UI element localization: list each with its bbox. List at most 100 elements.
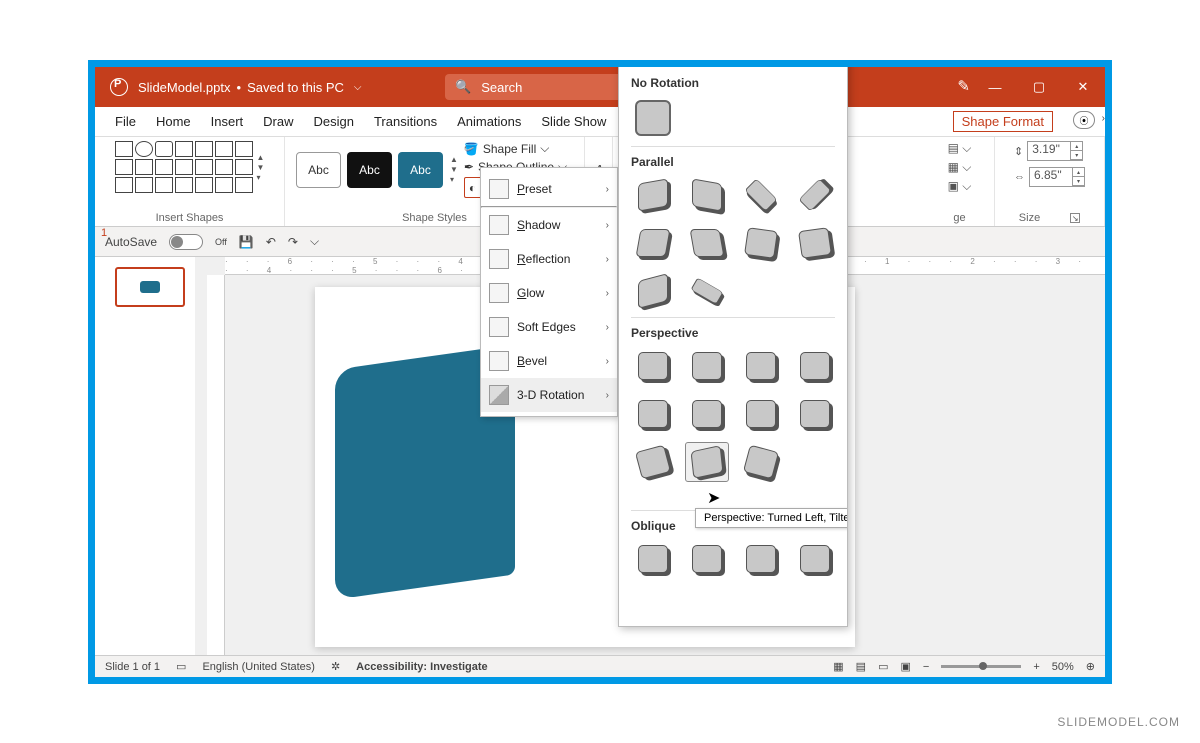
tab-insert[interactable]: Insert <box>201 114 254 129</box>
close-button[interactable]: ✕ <box>1061 67 1105 107</box>
group-insert-shapes: ▲▼▾ Insert Shapes <box>95 137 285 226</box>
rotation-parallel-2[interactable] <box>685 175 729 215</box>
rotation-parallel-10[interactable] <box>685 271 729 311</box>
tab-home[interactable]: Home <box>146 114 201 129</box>
shape-fill-button[interactable]: 🪣Shape Fill⌵ <box>464 141 573 156</box>
height-input[interactable]: 3.19"▴▾ <box>1027 141 1083 161</box>
rotation-perspective-9[interactable] <box>631 442 675 482</box>
rotation-parallel-7[interactable] <box>739 223 783 263</box>
rotation-perspective-1[interactable] <box>631 346 675 386</box>
rotation-perspective-turned-left-tilted-up[interactable] <box>685 442 729 482</box>
status-bar: Slide 1 of 1 ▭ English (United States) ✲… <box>95 655 1105 677</box>
search-icon: 🔍 <box>455 79 471 95</box>
group-label: Insert Shapes <box>156 212 224 224</box>
bring-forward-icon[interactable]: ▤ ⌵ <box>948 141 972 156</box>
save-icon[interactable]: 💾 <box>239 235 254 249</box>
language-button[interactable]: English (United States) <box>202 661 315 673</box>
save-status-text: Saved to this PC <box>247 80 344 95</box>
shapes-gallery[interactable] <box>115 141 253 193</box>
slideshow-view-icon[interactable]: ▣ <box>900 660 910 673</box>
redo-icon[interactable]: ↷ <box>288 235 298 249</box>
autosave-toggle[interactable] <box>169 234 203 250</box>
minimize-button[interactable]: — <box>973 67 1017 107</box>
app-window: SlideModel.pptx • Saved to this PC ⌵ 🔍 S… <box>88 60 1112 684</box>
tab-animations[interactable]: Animations <box>447 114 531 129</box>
height-icon: ⇕ <box>1014 145 1023 158</box>
rotation-perspective-7[interactable] <box>739 394 783 434</box>
shape-effects-menu: Preset› Shadow› Reflection› Glow› Soft E… <box>480 167 618 417</box>
style-swatches[interactable]: Abc Abc Abc <box>293 152 446 188</box>
style-swatch-3[interactable]: Abc <box>398 152 443 188</box>
rotation-perspective-4[interactable] <box>793 346 837 386</box>
gallery-scroll[interactable]: ▲▼▾ <box>257 153 265 182</box>
rotation-gallery: No Rotation Parallel Perspective <box>618 60 848 627</box>
reading-view-icon[interactable]: ▭ <box>878 660 888 673</box>
thumbnails-pane[interactable]: 1 <box>95 257 195 655</box>
accessibility-button[interactable]: Accessibility: Investigate <box>356 661 487 673</box>
fit-to-window-icon[interactable]: ⊕ <box>1086 660 1095 673</box>
send-backward-icon[interactable]: ▦ ⌵ <box>948 160 972 175</box>
effects-glow[interactable]: Glow› <box>481 276 617 310</box>
style-scroll[interactable]: ▲▼▾ <box>450 155 458 184</box>
rotation-perspective-8[interactable] <box>793 394 837 434</box>
rotation-oblique-3[interactable] <box>739 539 783 579</box>
rotation-perspective-2[interactable] <box>685 346 729 386</box>
undo-icon[interactable]: ↶ <box>266 235 276 249</box>
normal-view-icon[interactable]: ▦ <box>833 660 843 673</box>
chevron-right-icon[interactable]: › <box>1102 113 1105 124</box>
tab-design[interactable]: Design <box>304 114 364 129</box>
tab-transitions[interactable]: Transitions <box>364 114 447 129</box>
rotation-parallel-5[interactable] <box>631 223 675 263</box>
tab-slideshow[interactable]: Slide Show <box>531 114 616 129</box>
rotation-parallel-3[interactable] <box>739 175 783 215</box>
document-title[interactable]: SlideModel.pptx • Saved to this PC ⌵ <box>138 80 361 95</box>
powerpoint-icon <box>110 78 128 96</box>
width-input[interactable]: 6.85"▴▾ <box>1029 167 1085 187</box>
effects-bevel[interactable]: Bevel› <box>481 344 617 378</box>
vertical-ruler <box>207 275 225 655</box>
rotation-parallel-4[interactable] <box>793 175 837 215</box>
rotation-oblique-4[interactable] <box>793 539 837 579</box>
rotation-parallel-6[interactable] <box>685 223 729 263</box>
ribbon-display-button[interactable]: ⦿ <box>1073 111 1095 129</box>
rotation-perspective-5[interactable] <box>631 394 675 434</box>
bucket-icon: 🪣 <box>464 142 479 156</box>
rotation-parallel-8[interactable] <box>793 223 837 263</box>
tab-draw[interactable]: Draw <box>253 114 303 129</box>
chevron-down-icon[interactable]: ⌵ <box>310 234 319 249</box>
effects-preset[interactable]: Preset› <box>481 172 617 206</box>
effects-3d-rotation[interactable]: 3-D Rotation› <box>481 378 617 412</box>
chevron-down-icon: ⌵ <box>540 141 549 156</box>
section-perspective: Perspective <box>631 326 835 340</box>
slide-thumbnail-1[interactable] <box>115 267 185 307</box>
style-swatch-1[interactable]: Abc <box>296 152 341 188</box>
rotation-perspective-6[interactable] <box>685 394 729 434</box>
cursor-icon: ➤ <box>707 488 720 508</box>
size-launcher-icon[interactable]: ↘ <box>1070 213 1080 223</box>
chevron-down-icon[interactable]: ⌵ <box>354 82 362 93</box>
zoom-slider[interactable] <box>941 665 1021 668</box>
zoom-value[interactable]: 50% <box>1052 661 1074 673</box>
style-swatch-2[interactable]: Abc <box>347 152 392 188</box>
tab-shape-format[interactable]: Shape Format <box>953 111 1053 132</box>
rotation-parallel-1[interactable] <box>631 175 675 215</box>
rotation-oblique-2[interactable] <box>685 539 729 579</box>
effects-shadow[interactable]: Shadow› <box>481 208 617 242</box>
selection-pane-icon[interactable]: ▣ ⌵ <box>948 179 972 194</box>
slide-count[interactable]: Slide 1 of 1 <box>105 661 160 673</box>
pencil-icon[interactable]: ✎ <box>957 77 970 95</box>
tab-file[interactable]: File <box>105 114 146 129</box>
rotation-parallel-9[interactable] <box>631 271 675 311</box>
rotation-none[interactable] <box>631 96 675 140</box>
rotation-perspective-11[interactable] <box>739 442 783 482</box>
maximize-button[interactable]: ▢ <box>1017 67 1061 107</box>
zoom-in-button[interactable]: + <box>1033 661 1039 673</box>
slide-sorter-icon[interactable]: ▤ <box>856 660 866 673</box>
effects-soft-edges[interactable]: Soft Edges› <box>481 310 617 344</box>
thumbnail-number: 1 <box>101 227 107 239</box>
rotation-oblique-1[interactable] <box>631 539 675 579</box>
effects-reflection[interactable]: Reflection› <box>481 242 617 276</box>
rotation-perspective-3[interactable] <box>739 346 783 386</box>
zoom-out-button[interactable]: − <box>923 661 929 673</box>
effects-icon: ◐ <box>469 181 476 195</box>
